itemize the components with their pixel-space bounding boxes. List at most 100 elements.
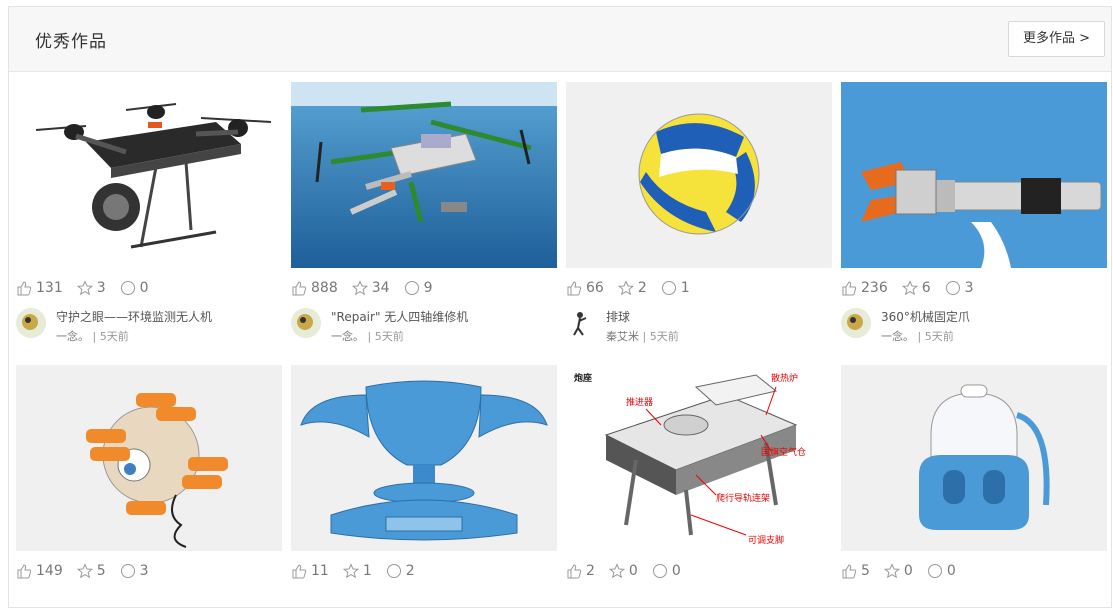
work-meta: 排球 秦艾米 | 5天前 [566, 306, 832, 350]
thumbs-up-icon [292, 281, 307, 296]
crawler-robot-image: 炮座 推进器 散热炉 国旗空气仓 爬行导轨连架 可调支脚 [566, 365, 832, 551]
star-count[interactable]: 34 [351, 280, 390, 296]
comment-count[interactable]: 0 [652, 563, 681, 579]
thumbs-up-icon [292, 564, 307, 579]
comment-bubble-icon [661, 281, 676, 295]
work-card[interactable]: 888 34 9 "Repair" 无人四轴维修机 一念。 | 5天前 [291, 82, 557, 350]
work-stats: 2 0 0 [566, 561, 832, 581]
author-name[interactable]: 一念。 [881, 330, 914, 343]
like-count[interactable]: 5 [841, 563, 870, 579]
star-count[interactable]: 6 [901, 280, 931, 296]
like-count[interactable]: 11 [291, 563, 329, 579]
work-card[interactable]: 66 2 1 排球 秦艾米 | 5天前 [566, 82, 832, 350]
thumbs-up-icon [567, 281, 582, 296]
comment-count[interactable]: 3 [945, 280, 974, 296]
like-count[interactable]: 131 [16, 280, 63, 296]
work-byline: 一念。 | 5天前 [331, 330, 404, 343]
star-icon [901, 280, 918, 296]
star-icon [883, 563, 900, 579]
work-thumbnail[interactable] [16, 365, 282, 551]
diagram-label: 爬行导轨连架 [716, 492, 770, 504]
work-stats: 5 0 0 [841, 561, 1107, 581]
trophy-image [291, 365, 557, 551]
comment-bubble-icon [652, 564, 667, 578]
work-title[interactable]: 守护之眼——环境监测无人机 [56, 308, 212, 325]
work-card[interactable]: 炮座 推进器 散热炉 国旗空气仓 爬行导轨连架 可调支脚 2 0 0 [566, 365, 832, 581]
work-card[interactable]: 5 0 0 [841, 365, 1107, 581]
author-name[interactable]: 一念。 [331, 330, 364, 343]
work-thumbnail[interactable] [841, 82, 1107, 268]
like-count[interactable]: 236 [841, 280, 888, 296]
thumbs-up-icon [842, 281, 857, 296]
comment-count[interactable]: 0 [927, 563, 956, 579]
like-count[interactable]: 149 [16, 563, 63, 579]
work-stats: 66 2 1 [566, 278, 832, 298]
comment-bubble-icon [386, 564, 401, 578]
star-count[interactable]: 1 [342, 563, 372, 579]
sphere-robot-image [16, 365, 282, 551]
star-count[interactable]: 5 [76, 563, 106, 579]
comment-bubble-icon [120, 281, 135, 295]
star-icon [617, 280, 634, 296]
avatar[interactable] [841, 308, 871, 338]
comment-count[interactable]: 3 [120, 563, 149, 579]
star-icon [76, 563, 93, 579]
star-count[interactable]: 3 [76, 280, 106, 296]
like-count[interactable]: 2 [566, 563, 595, 579]
avatar[interactable] [566, 308, 596, 338]
avatar-icon [566, 308, 596, 338]
diagram-label: 推进器 [626, 396, 653, 408]
star-count[interactable]: 2 [617, 280, 647, 296]
star-icon [608, 563, 625, 579]
author-name[interactable]: 秦艾米 [606, 330, 639, 343]
comment-bubble-icon [927, 564, 942, 578]
comment-count[interactable]: 9 [404, 280, 432, 296]
work-stats: 236 6 3 [841, 278, 1107, 298]
work-title[interactable]: 360°机械固定爪 [881, 308, 970, 325]
work-thumbnail[interactable] [291, 82, 557, 268]
star-icon [76, 280, 93, 296]
author-name[interactable]: 一念。 [56, 330, 89, 343]
work-card[interactable]: 236 6 3 360°机械固定爪 一念。 | 5天前 [841, 82, 1107, 350]
thumbs-up-icon [17, 281, 32, 296]
comment-count[interactable]: 0 [120, 280, 149, 296]
avatar-icon [841, 308, 871, 338]
work-meta: "Repair" 无人四轴维修机 一念。 | 5天前 [291, 306, 557, 350]
like-count[interactable]: 888 [291, 280, 338, 296]
comment-bubble-icon [404, 281, 419, 295]
avatar-icon [291, 308, 321, 338]
mechanical-claw-image [841, 82, 1107, 268]
work-thumbnail[interactable] [841, 365, 1107, 551]
avatar-icon [16, 308, 46, 338]
backpack-image [841, 365, 1107, 551]
comment-count[interactable]: 2 [386, 563, 415, 579]
section-header: 优秀作品 更多作品 > [9, 7, 1111, 72]
work-thumbnail[interactable] [16, 82, 282, 268]
work-byline: 一念。 | 5天前 [881, 330, 954, 343]
diagram-label: 国旗空气仓 [761, 446, 806, 458]
star-count[interactable]: 0 [883, 563, 913, 579]
comment-count[interactable]: 1 [661, 280, 690, 296]
avatar[interactable] [291, 308, 321, 338]
thumbs-up-icon [17, 564, 32, 579]
avatar[interactable] [16, 308, 46, 338]
post-time: 5天前 [374, 330, 404, 343]
work-title[interactable]: "Repair" 无人四轴维修机 [331, 308, 468, 325]
post-time: 5天前 [924, 330, 954, 343]
work-title[interactable]: 排球 [606, 308, 630, 325]
repair-drone-image [291, 82, 557, 268]
more-works-button[interactable]: 更多作品 > [1007, 21, 1105, 57]
diagram-label: 炮座 [574, 372, 592, 384]
work-thumbnail[interactable] [291, 365, 557, 551]
section-title: 优秀作品 [35, 32, 107, 52]
work-thumbnail[interactable]: 炮座 推进器 散热炉 国旗空气仓 爬行导轨连架 可调支脚 [566, 365, 832, 551]
like-count[interactable]: 66 [566, 280, 604, 296]
work-byline: 一念。 | 5天前 [56, 330, 129, 343]
work-card[interactable]: 11 1 2 [291, 365, 557, 581]
work-card[interactable]: 149 5 3 [16, 365, 282, 581]
work-card[interactable]: 131 3 0 守护之眼——环境监测无人机 一念。 | 5天前 [16, 82, 282, 350]
star-count[interactable]: 0 [608, 563, 638, 579]
work-thumbnail[interactable] [566, 82, 832, 268]
diagram-label: 可调支脚 [748, 534, 784, 546]
post-time: 5天前 [99, 330, 129, 343]
